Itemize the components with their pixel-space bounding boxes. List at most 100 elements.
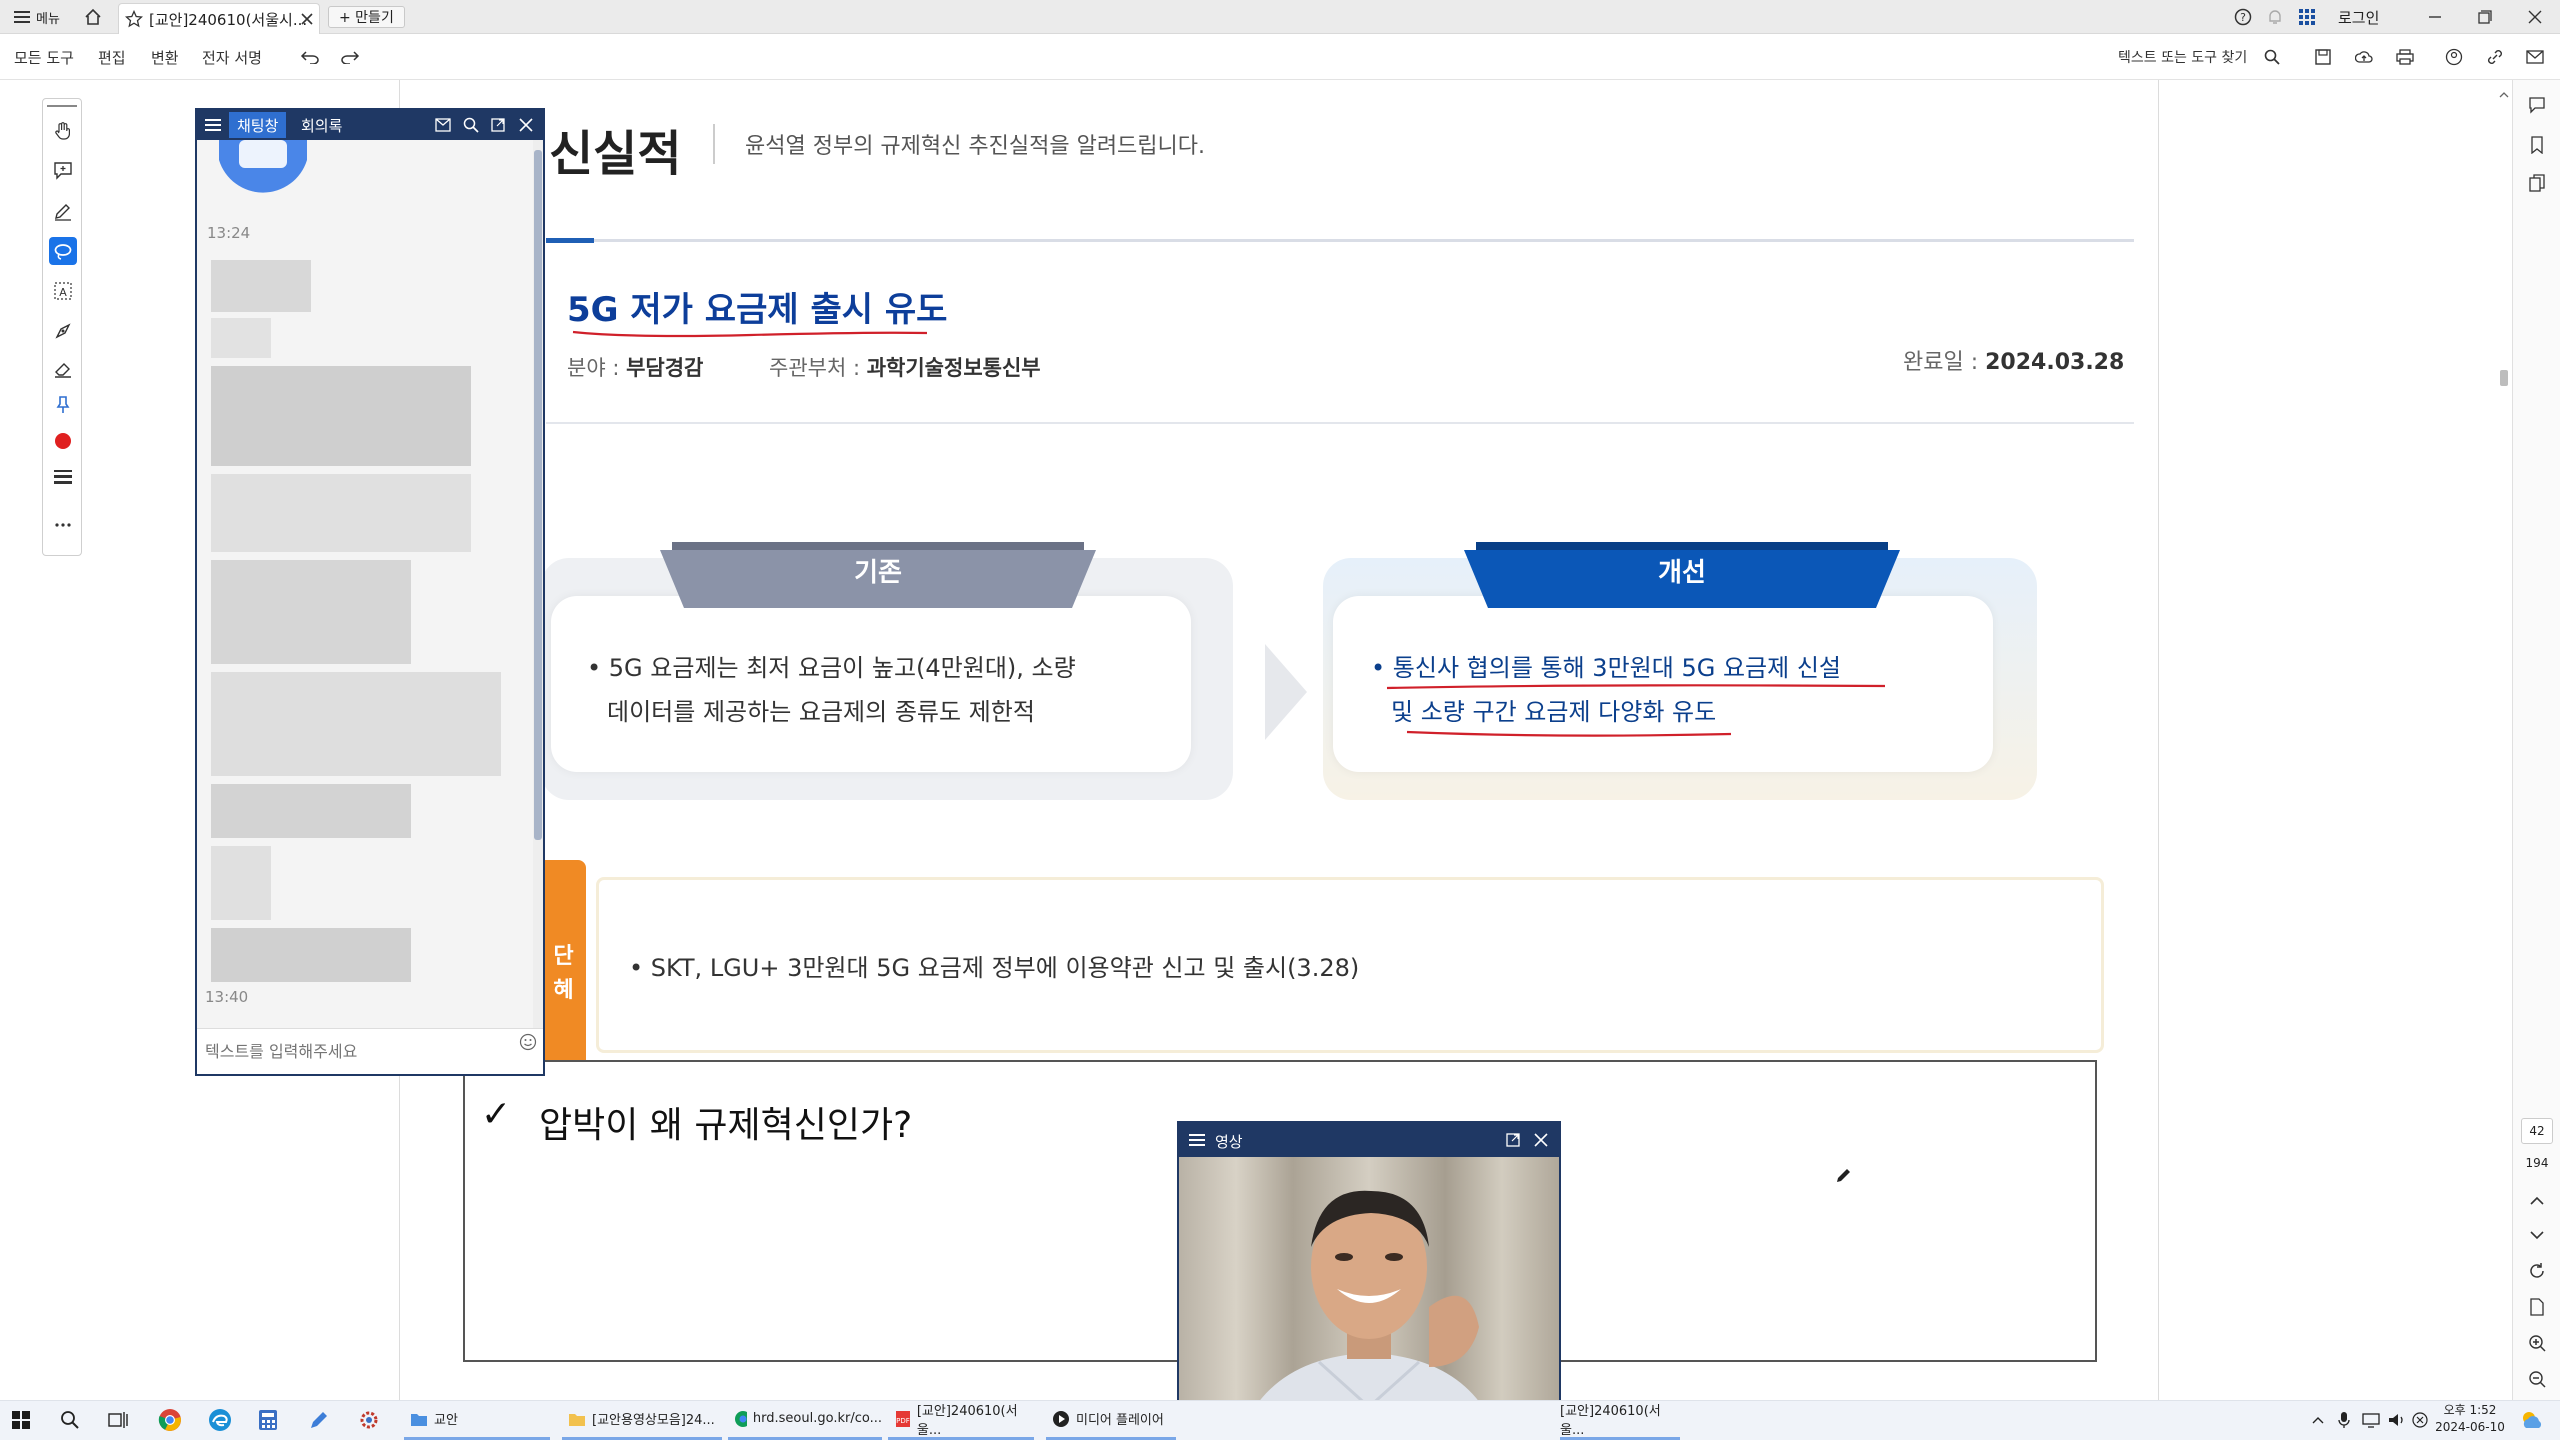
tab-chat[interactable]: 채팅창 [229,112,287,138]
taskbar-app-pen[interactable] [308,1400,330,1440]
popout-icon[interactable] [1506,1133,1520,1147]
notification-center[interactable] [2520,1400,2544,1440]
chat-header: 채팅창 회의록 [197,110,543,140]
close-tab-icon[interactable] [301,13,313,25]
menu-button[interactable]: 메뉴 [14,0,60,34]
menu-all-tools[interactable]: 모든 도구 [14,34,74,80]
taskbar-app-6[interactable]: [교안]240610(서울... [1560,1400,1680,1440]
zoom-out-icon[interactable] [2528,1370,2546,1388]
search-icon[interactable] [463,117,479,133]
microphone-icon [2338,1412,2350,1428]
upload-button[interactable] [2355,34,2373,80]
undo-button[interactable] [300,34,320,80]
taskbar-app-4[interactable]: PDF [교안]240610(서울... [888,1400,1034,1440]
chat-menu-icon[interactable] [205,118,221,132]
blurred-message [211,260,311,312]
result-tab-line-1: 단 [553,944,574,969]
prev-page-icon[interactable] [2529,1194,2545,1208]
notification-button[interactable] [2267,0,2283,34]
hand-tool[interactable] [49,117,77,145]
tray-microphone[interactable] [2338,1400,2350,1440]
highlight-tool[interactable] [49,197,77,225]
gear-icon [360,1411,378,1429]
mail-icon[interactable] [435,118,451,132]
page-fit-icon[interactable] [2528,1298,2546,1316]
chat-input[interactable] [205,1035,505,1067]
taskbar-app-3[interactable]: hrd.seoul.go.kr/co... [728,1400,882,1440]
text-box-tool[interactable]: A [49,277,77,305]
emoji-icon[interactable] [519,1033,537,1051]
rotate-icon[interactable] [2528,1262,2546,1280]
tray-volume[interactable] [2388,1400,2406,1440]
completion-row: 완료일 : 2024.03.28 [1903,344,2124,376]
mail-button[interactable] [2526,34,2544,80]
line-width-tool[interactable] [49,463,77,491]
help-button[interactable]: ? [2234,0,2252,34]
comment-icon[interactable] [2528,96,2546,114]
link-button[interactable] [2486,34,2504,80]
chrome-icon [158,1409,181,1431]
task-view-button[interactable] [108,1400,128,1440]
taskbar-app-2[interactable]: [교안용영상모음]24... [562,1400,722,1440]
scroll-up-icon[interactable] [2499,90,2509,100]
page-number-input[interactable]: 42 [2521,1118,2553,1144]
pin-tool[interactable] [49,391,77,419]
video-menu-icon[interactable] [1189,1133,1205,1147]
popout-icon[interactable] [491,118,505,132]
chat-time-bottom: 13:40 [205,988,249,1006]
chat-scrollbar[interactable] [533,140,543,1028]
taskbar-app-settings[interactable] [358,1400,380,1440]
chrome-icon [735,1410,747,1427]
scrollbar-thumb[interactable] [2500,370,2508,386]
tab-minutes[interactable]: 회의록 [295,112,348,138]
taskbar-edge[interactable] [208,1400,232,1440]
close-window-button[interactable] [2528,0,2542,34]
zoom-in-icon[interactable] [2528,1334,2546,1352]
menu-edit[interactable]: 편집 [98,34,126,80]
toolbar-grip[interactable] [47,105,77,107]
video-feed[interactable] [1179,1157,1559,1438]
lasso-tool[interactable] [49,237,77,265]
more-tools-button[interactable] [49,511,77,539]
task-view-icon [108,1412,128,1428]
taskbar-chrome[interactable] [158,1400,182,1440]
chat-time-top: 13:24 [207,224,251,242]
next-page-icon[interactable] [2529,1228,2545,1242]
save-button[interactable] [2315,34,2331,80]
search-button[interactable] [2264,34,2280,80]
color-picker[interactable] [49,427,77,455]
taskbar-calculator[interactable] [258,1400,278,1440]
menu-e-sign[interactable]: 전자 서명 [202,34,262,80]
restore-button[interactable] [2478,0,2492,34]
login-button[interactable]: 로그인 [2338,0,2379,34]
taskbar-app-5[interactable]: 미디어 플레이어 [1046,1400,1176,1440]
close-icon[interactable] [519,118,533,132]
home-button[interactable] [84,0,102,34]
share-button[interactable] [2445,34,2463,80]
minimize-button[interactable] [2428,0,2442,34]
blurred-message [211,366,471,466]
new-tab-button[interactable]: + 만들기 [328,6,405,28]
taskbar-app-1[interactable]: 교안 [404,1400,550,1440]
pages-icon[interactable] [2528,174,2546,192]
eraser-tool[interactable] [49,355,77,383]
find-tool-label[interactable]: 텍스트 또는 도구 찾기 [2118,34,2247,80]
print-button[interactable] [2396,34,2414,80]
tray-network[interactable] [2362,1400,2380,1440]
apps-button[interactable] [2298,0,2316,34]
taskbar-search-button[interactable] [60,1400,80,1440]
draw-tool[interactable] [49,317,77,345]
comment-tool[interactable] [49,157,77,185]
chat-scrollbar-thumb[interactable] [534,150,542,840]
vertical-scrollbar[interactable] [2499,90,2509,1380]
system-clock[interactable]: 오후 1:52 2024-06-10 [2432,1402,2508,1436]
close-icon[interactable] [1534,1133,1548,1147]
completion-date: 2024.03.28 [1985,350,2125,375]
document-tab[interactable]: [교안]240610(서울시... [118,3,320,34]
start-button[interactable] [12,1400,30,1440]
tray-status[interactable] [2412,1400,2428,1440]
redo-button[interactable] [340,34,360,80]
menu-convert[interactable]: 변환 [151,34,179,80]
bookmark-icon[interactable] [2528,136,2546,154]
tray-overflow-button[interactable] [2312,1400,2324,1440]
